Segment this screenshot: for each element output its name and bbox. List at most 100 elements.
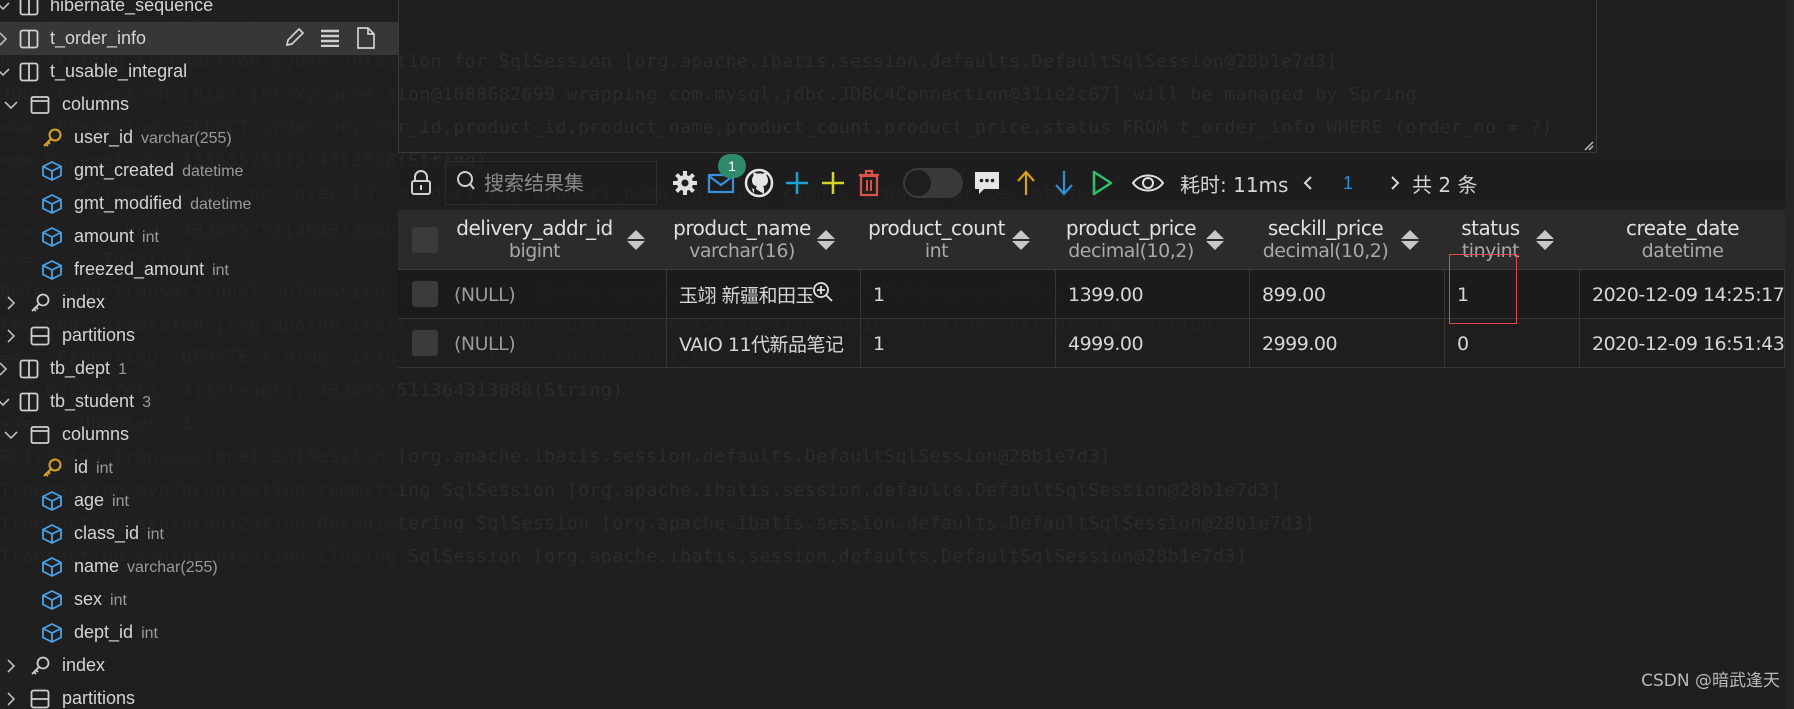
tree-item-partitions[interactable]: partitions: [0, 319, 398, 352]
file-icon[interactable]: [354, 26, 378, 50]
trash-icon[interactable]: [854, 160, 884, 206]
tree-item-user-id[interactable]: user_id varchar(255): [0, 121, 398, 154]
chevron-right-icon[interactable]: [4, 295, 18, 310]
column-header-product-name[interactable]: product_name varchar(16): [667, 210, 817, 270]
github-icon[interactable]: [742, 160, 776, 206]
tree-item-columns[interactable]: columns: [0, 418, 398, 451]
sort-icon[interactable]: [1401, 228, 1419, 252]
table-row[interactable]: (NULL) 玉翊 新疆和田玉 1 1399.00 899.00 1 2020-12-09 …: [398, 270, 1785, 319]
column-header-delivery-addr-id[interactable]: delivery_addr_id bigint: [446, 210, 623, 270]
sort-icon[interactable]: [817, 228, 835, 252]
cell-seckill-price[interactable]: 2999.00: [1250, 319, 1445, 368]
tree-item-name: index: [62, 655, 106, 675]
tree-item-t-order-info[interactable]: t_order_info: [0, 22, 398, 55]
select-all-checkbox[interactable]: [412, 227, 438, 253]
tree-item-name[interactable]: name varchar(255): [0, 550, 398, 583]
sql-editor-textarea[interactable]: [398, 0, 1597, 153]
plus-icon[interactable]: [782, 160, 812, 206]
tree-item-meta: int: [147, 526, 164, 543]
arrow-down-icon[interactable]: [1050, 160, 1078, 206]
chevron-right-icon[interactable]: [0, 31, 10, 46]
sort-icon[interactable]: [1012, 228, 1030, 252]
edit-mode-toggle[interactable]: [901, 160, 965, 206]
table-row[interactable]: (NULL) VAIO 11代新品笔记 1 4999.00 2999.00 0 2020-1…: [398, 319, 1785, 368]
cell-value: 玉翊 新疆和田玉: [679, 285, 815, 307]
current-page[interactable]: 1: [1338, 160, 1358, 206]
tree-item-t-usable-integral[interactable]: t_usable_integral: [0, 55, 398, 88]
column-header-product-price[interactable]: product_price decimal(10,2): [1056, 210, 1206, 270]
tree-item-tb-student[interactable]: tb_student 3: [0, 385, 398, 418]
sort-icon[interactable]: [1206, 228, 1224, 252]
chevron-right-icon[interactable]: [4, 691, 18, 706]
tree-item-label: sex int: [74, 589, 127, 610]
tree-item-gmt-modified[interactable]: gmt_modified datetime: [0, 187, 398, 220]
tree-item-label: tb_student 3: [50, 391, 151, 412]
tree-item-index[interactable]: index: [0, 286, 398, 319]
cell-create-date[interactable]: 2020-12-09 14:25:17: [1580, 270, 1785, 319]
tree-item-name: tb_dept: [50, 358, 111, 378]
cell-product-price[interactable]: 1399.00: [1056, 270, 1250, 319]
cell-delivery-addr-id[interactable]: (NULL): [446, 270, 667, 319]
tree-item-sex[interactable]: sex int: [0, 583, 398, 616]
cell-product-name[interactable]: VAIO 11代新品笔记: [667, 319, 861, 368]
cell-product-count[interactable]: 1: [861, 319, 1056, 368]
add-row-icon[interactable]: [818, 160, 848, 206]
chevron-down-icon[interactable]: [0, 395, 10, 409]
tree-item-gmt-created[interactable]: gmt_created datetime: [0, 154, 398, 187]
chevron-left-icon[interactable]: [1298, 160, 1318, 206]
chevron-down-icon[interactable]: [4, 98, 18, 112]
key-icon: [41, 127, 63, 149]
run-icon[interactable]: [1088, 160, 1116, 206]
column-header-create-date[interactable]: create_date datetime: [1580, 210, 1785, 270]
chevron-right-icon[interactable]: [4, 328, 18, 343]
scrollbar-track[interactable]: [1785, 0, 1794, 709]
row-checkbox[interactable]: [412, 330, 438, 356]
zoom-in-icon[interactable]: [812, 281, 834, 308]
eye-icon[interactable]: [1132, 160, 1164, 206]
tree-item-class-id[interactable]: class_id int: [0, 517, 398, 550]
resize-handle-icon[interactable]: [1582, 138, 1594, 151]
tree-item-freezed-amount[interactable]: freezed_amount int: [0, 253, 398, 286]
tree-item-tb-dept[interactable]: tb_dept 1: [0, 352, 398, 385]
chevron-right-icon[interactable]: [0, 361, 10, 376]
cell-status[interactable]: 0: [1445, 319, 1580, 368]
tree-item-name: gmt_modified: [74, 193, 183, 213]
total-count-label: 共 2 条: [1412, 172, 1478, 197]
arrow-up-icon[interactable]: [1012, 160, 1040, 206]
tree-item-columns[interactable]: columns: [0, 88, 398, 121]
tree-item-age[interactable]: age int: [0, 484, 398, 517]
chevron-down-icon[interactable]: [0, 0, 10, 13]
edit-icon[interactable]: [282, 26, 306, 50]
comment-icon[interactable]: [970, 160, 1004, 206]
tree-item-partitions[interactable]: partitions: [0, 682, 398, 709]
tree-item-amount[interactable]: amount int: [0, 220, 398, 253]
mail-icon[interactable]: 1: [704, 154, 746, 206]
tree-item-hibernate-sequence[interactable]: hibernate_sequence: [0, 0, 398, 22]
column-icon: [41, 226, 63, 248]
column-type: int: [924, 240, 949, 262]
cell-delivery-addr-id[interactable]: (NULL): [446, 319, 667, 368]
cell-create-date[interactable]: 2020-12-09 16:51:43: [1580, 319, 1785, 368]
chevron-right-icon[interactable]: [1385, 160, 1405, 206]
cell-product-price[interactable]: 4999.00: [1056, 319, 1250, 368]
sort-icon[interactable]: [627, 228, 645, 252]
tree-item-label: columns: [62, 424, 129, 445]
cell-product-count[interactable]: 1: [861, 270, 1056, 319]
chevron-down-icon[interactable]: [0, 65, 10, 79]
column-header-product-count[interactable]: product_count int: [861, 210, 1012, 270]
row-checkbox[interactable]: [412, 281, 438, 307]
gear-icon[interactable]: [668, 160, 702, 206]
tree-item-id[interactable]: id int: [0, 451, 398, 484]
lock-icon[interactable]: [404, 160, 438, 206]
cell-product-name[interactable]: 玉翊 新疆和田玉: [667, 270, 861, 319]
column-header-seckill-price[interactable]: seckill_price decimal(10,2): [1250, 210, 1401, 270]
chevron-down-icon[interactable]: [4, 428, 18, 442]
search-results-input[interactable]: [484, 171, 644, 195]
cell-seckill-price[interactable]: 899.00: [1250, 270, 1445, 319]
chevron-right-icon[interactable]: [4, 658, 18, 673]
tree-item-index[interactable]: index: [0, 649, 398, 682]
tree-item-dept-id[interactable]: dept_id int: [0, 616, 398, 649]
sort-icon[interactable]: [1536, 228, 1554, 252]
table-icon: [18, 28, 40, 50]
list-icon[interactable]: [318, 26, 342, 50]
